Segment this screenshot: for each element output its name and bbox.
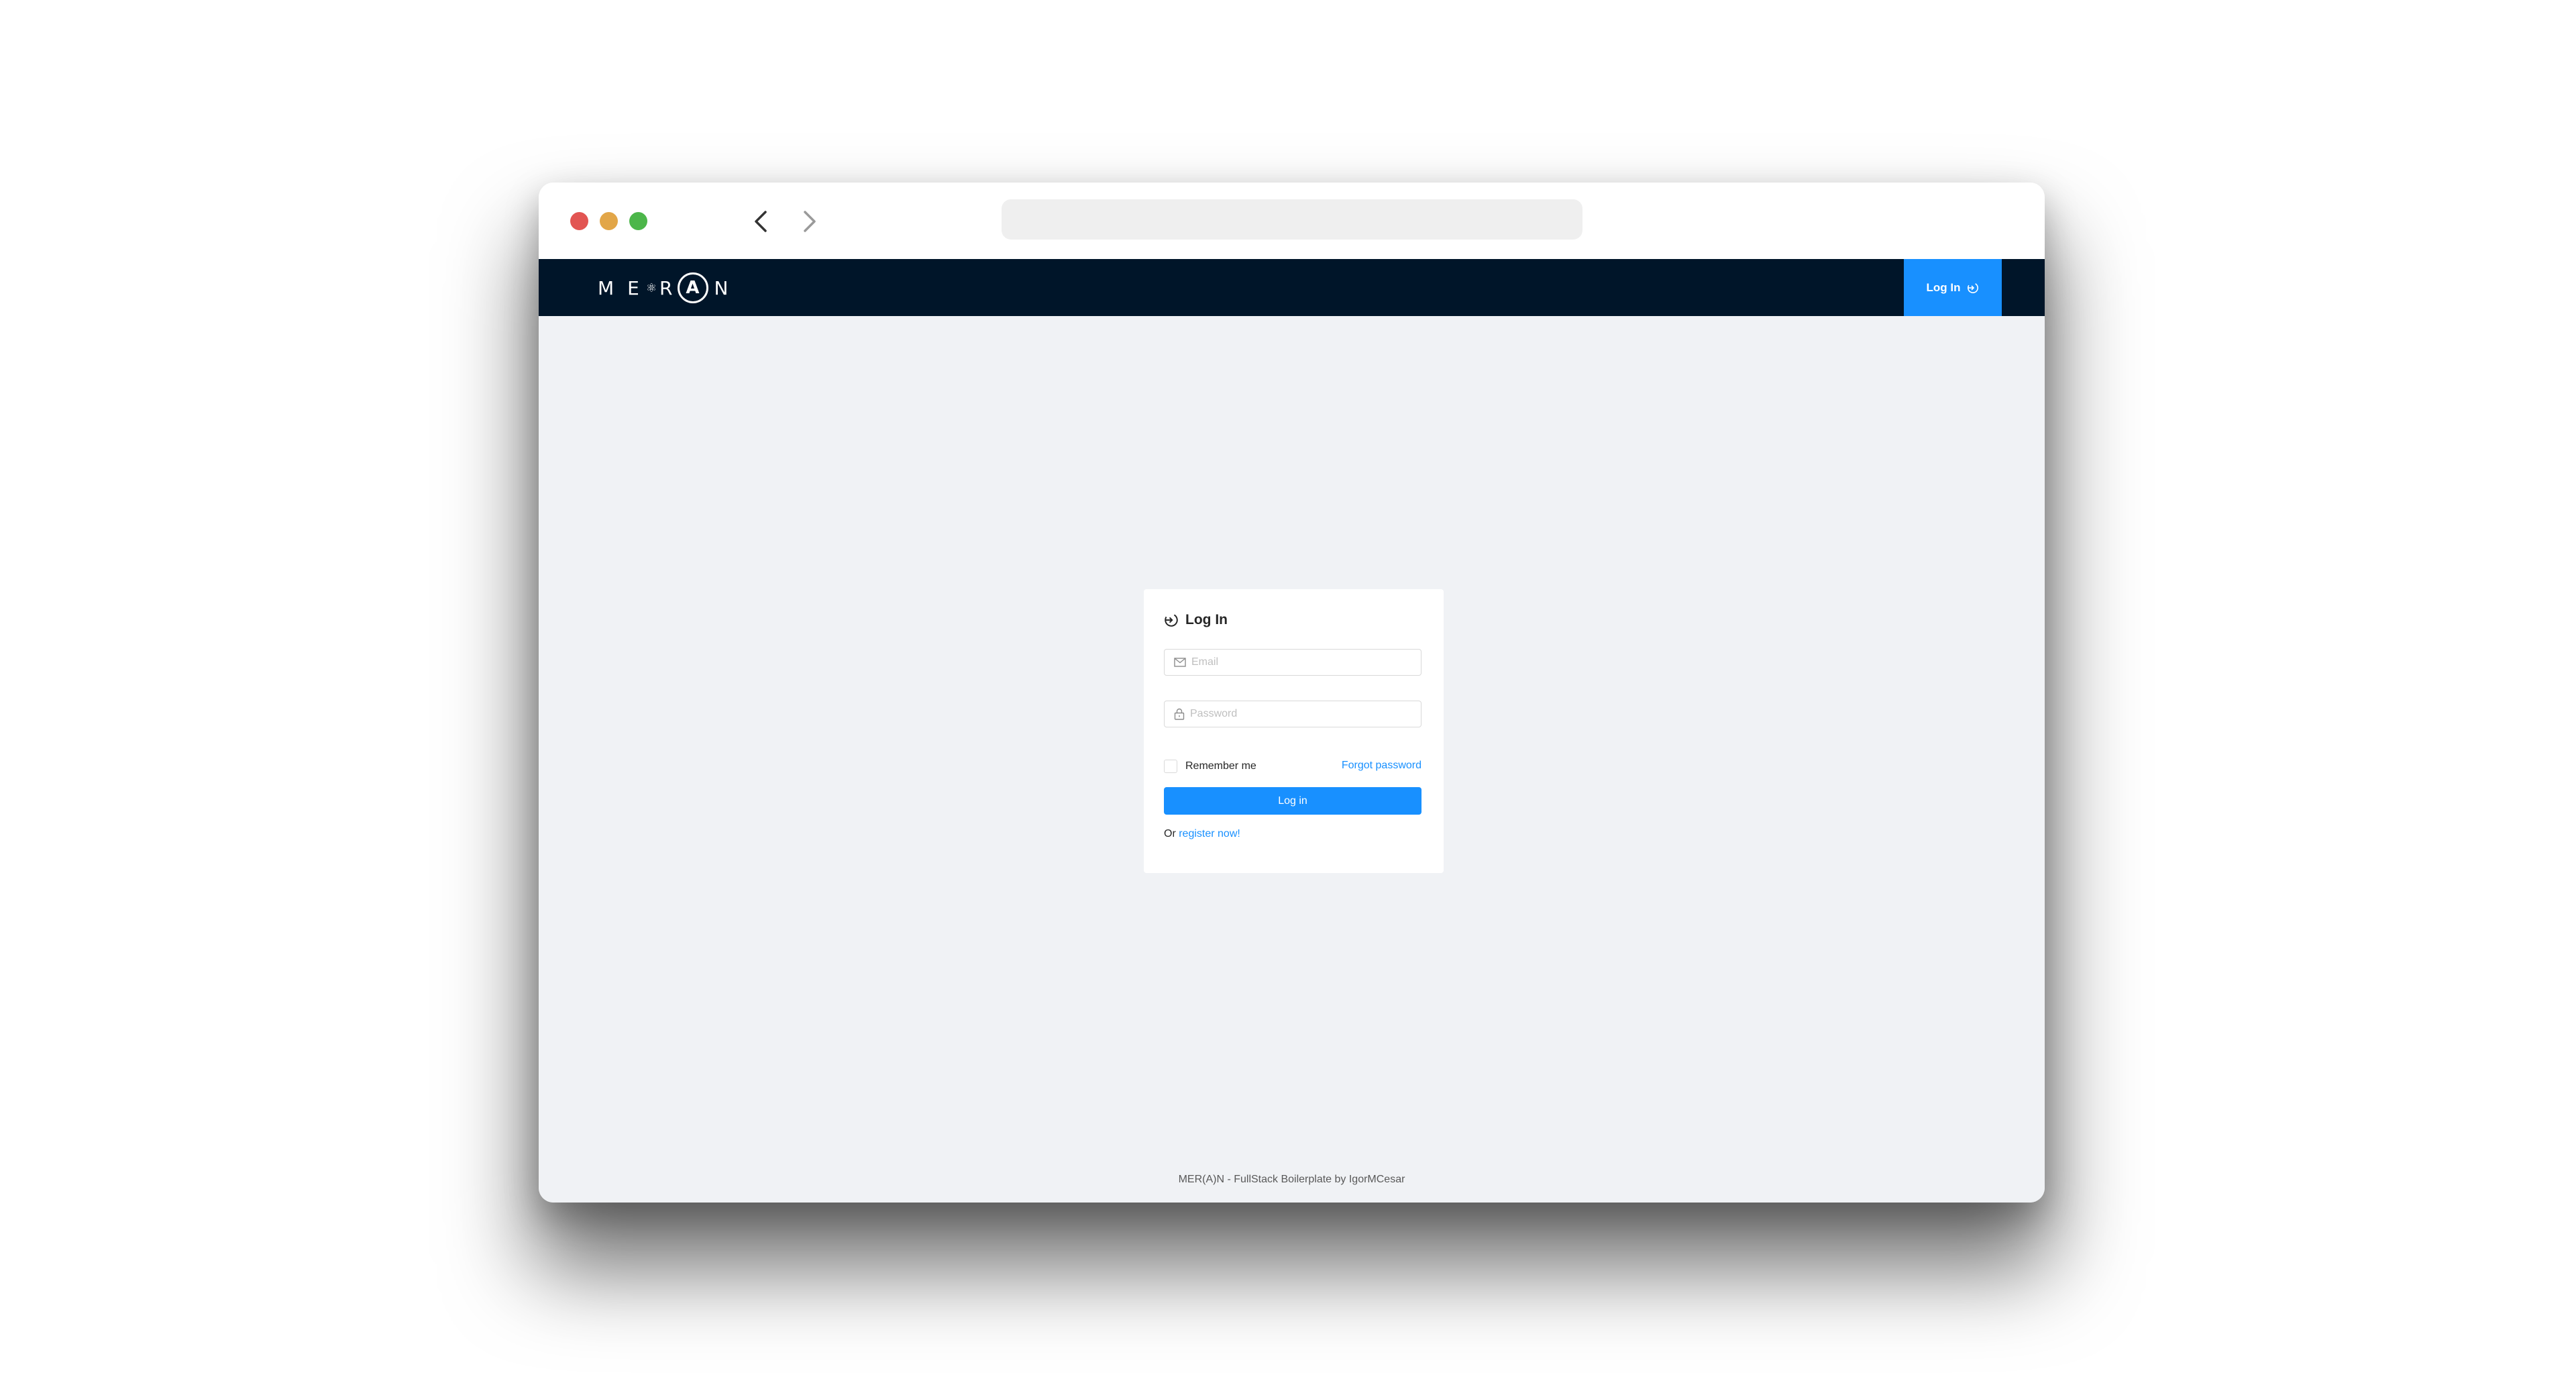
register-now-link[interactable]: register now! — [1179, 828, 1240, 839]
password-field[interactable] — [1164, 701, 1421, 727]
login-card: Log In Remember me — [1144, 589, 1444, 873]
email-input[interactable] — [1191, 656, 1413, 668]
remember-me-checkbox[interactable] — [1164, 760, 1177, 773]
remember-me[interactable]: Remember me — [1164, 760, 1256, 773]
forward-arrow-icon[interactable] — [794, 207, 824, 236]
login-icon — [1165, 613, 1178, 627]
login-title-text: Log In — [1185, 612, 1228, 627]
minimize-window-button[interactable] — [600, 212, 618, 230]
back-arrow-icon[interactable] — [747, 207, 776, 236]
login-icon — [1968, 282, 1979, 293]
logo-letter-m: M — [598, 276, 616, 299]
atom-icon: ⚛ — [645, 280, 659, 295]
close-window-button[interactable] — [570, 212, 588, 230]
header-login-label: Log In — [1926, 280, 1961, 294]
login-card-title: Log In — [1164, 612, 1228, 628]
logo-letter-a-ring: A — [678, 272, 709, 303]
password-input[interactable] — [1190, 708, 1411, 720]
page-footer: MER(A)N - FullStack Boilerplate by IgorM… — [1178, 1174, 1405, 1185]
main-content: Log In Remember me — [539, 316, 2045, 1203]
meran-logo[interactable]: M E ⚛ R A N — [598, 272, 730, 303]
remember-me-label: Remember me — [1185, 760, 1256, 772]
register-line: Or register now! — [1164, 828, 1240, 840]
browser-window: M E ⚛ R A N Log In Log In Email Remember… — [539, 183, 2045, 1203]
app-header: M E ⚛ R A N Log In — [539, 259, 2045, 316]
logo-letter-r: R — [659, 276, 674, 299]
maximize-window-button[interactable] — [629, 212, 647, 230]
forgot-password-link[interactable]: Forgot password — [1342, 760, 1421, 772]
logo-letter-e: E — [627, 276, 641, 299]
register-prefix: Or — [1164, 828, 1179, 839]
address-bar[interactable] — [1002, 199, 1582, 240]
logo-letter-n: N — [714, 276, 730, 299]
mail-icon — [1174, 658, 1186, 667]
email-field[interactable] — [1164, 649, 1421, 676]
login-submit-button[interactable]: Log in — [1164, 787, 1421, 815]
browser-titlebar — [539, 183, 2045, 259]
lock-icon — [1174, 708, 1185, 720]
header-login-button[interactable]: Log In — [1904, 259, 2002, 316]
